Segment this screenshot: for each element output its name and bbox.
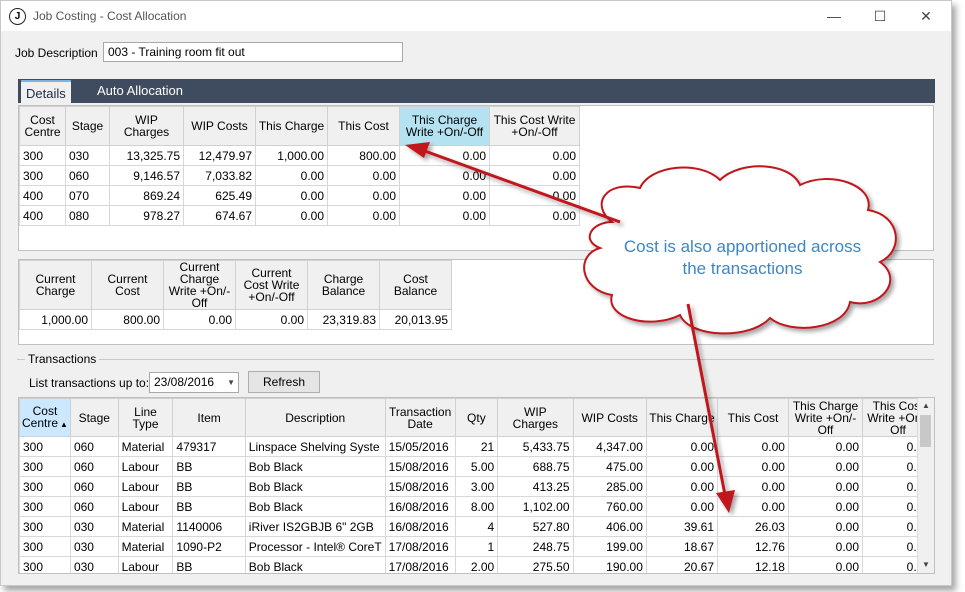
annotation-overlay bbox=[405, 142, 897, 513]
arrow-to-header bbox=[405, 142, 621, 224]
callout-text: Cost is also apportioned across the tran… bbox=[623, 237, 862, 278]
arrow-to-transactions bbox=[686, 303, 735, 513]
